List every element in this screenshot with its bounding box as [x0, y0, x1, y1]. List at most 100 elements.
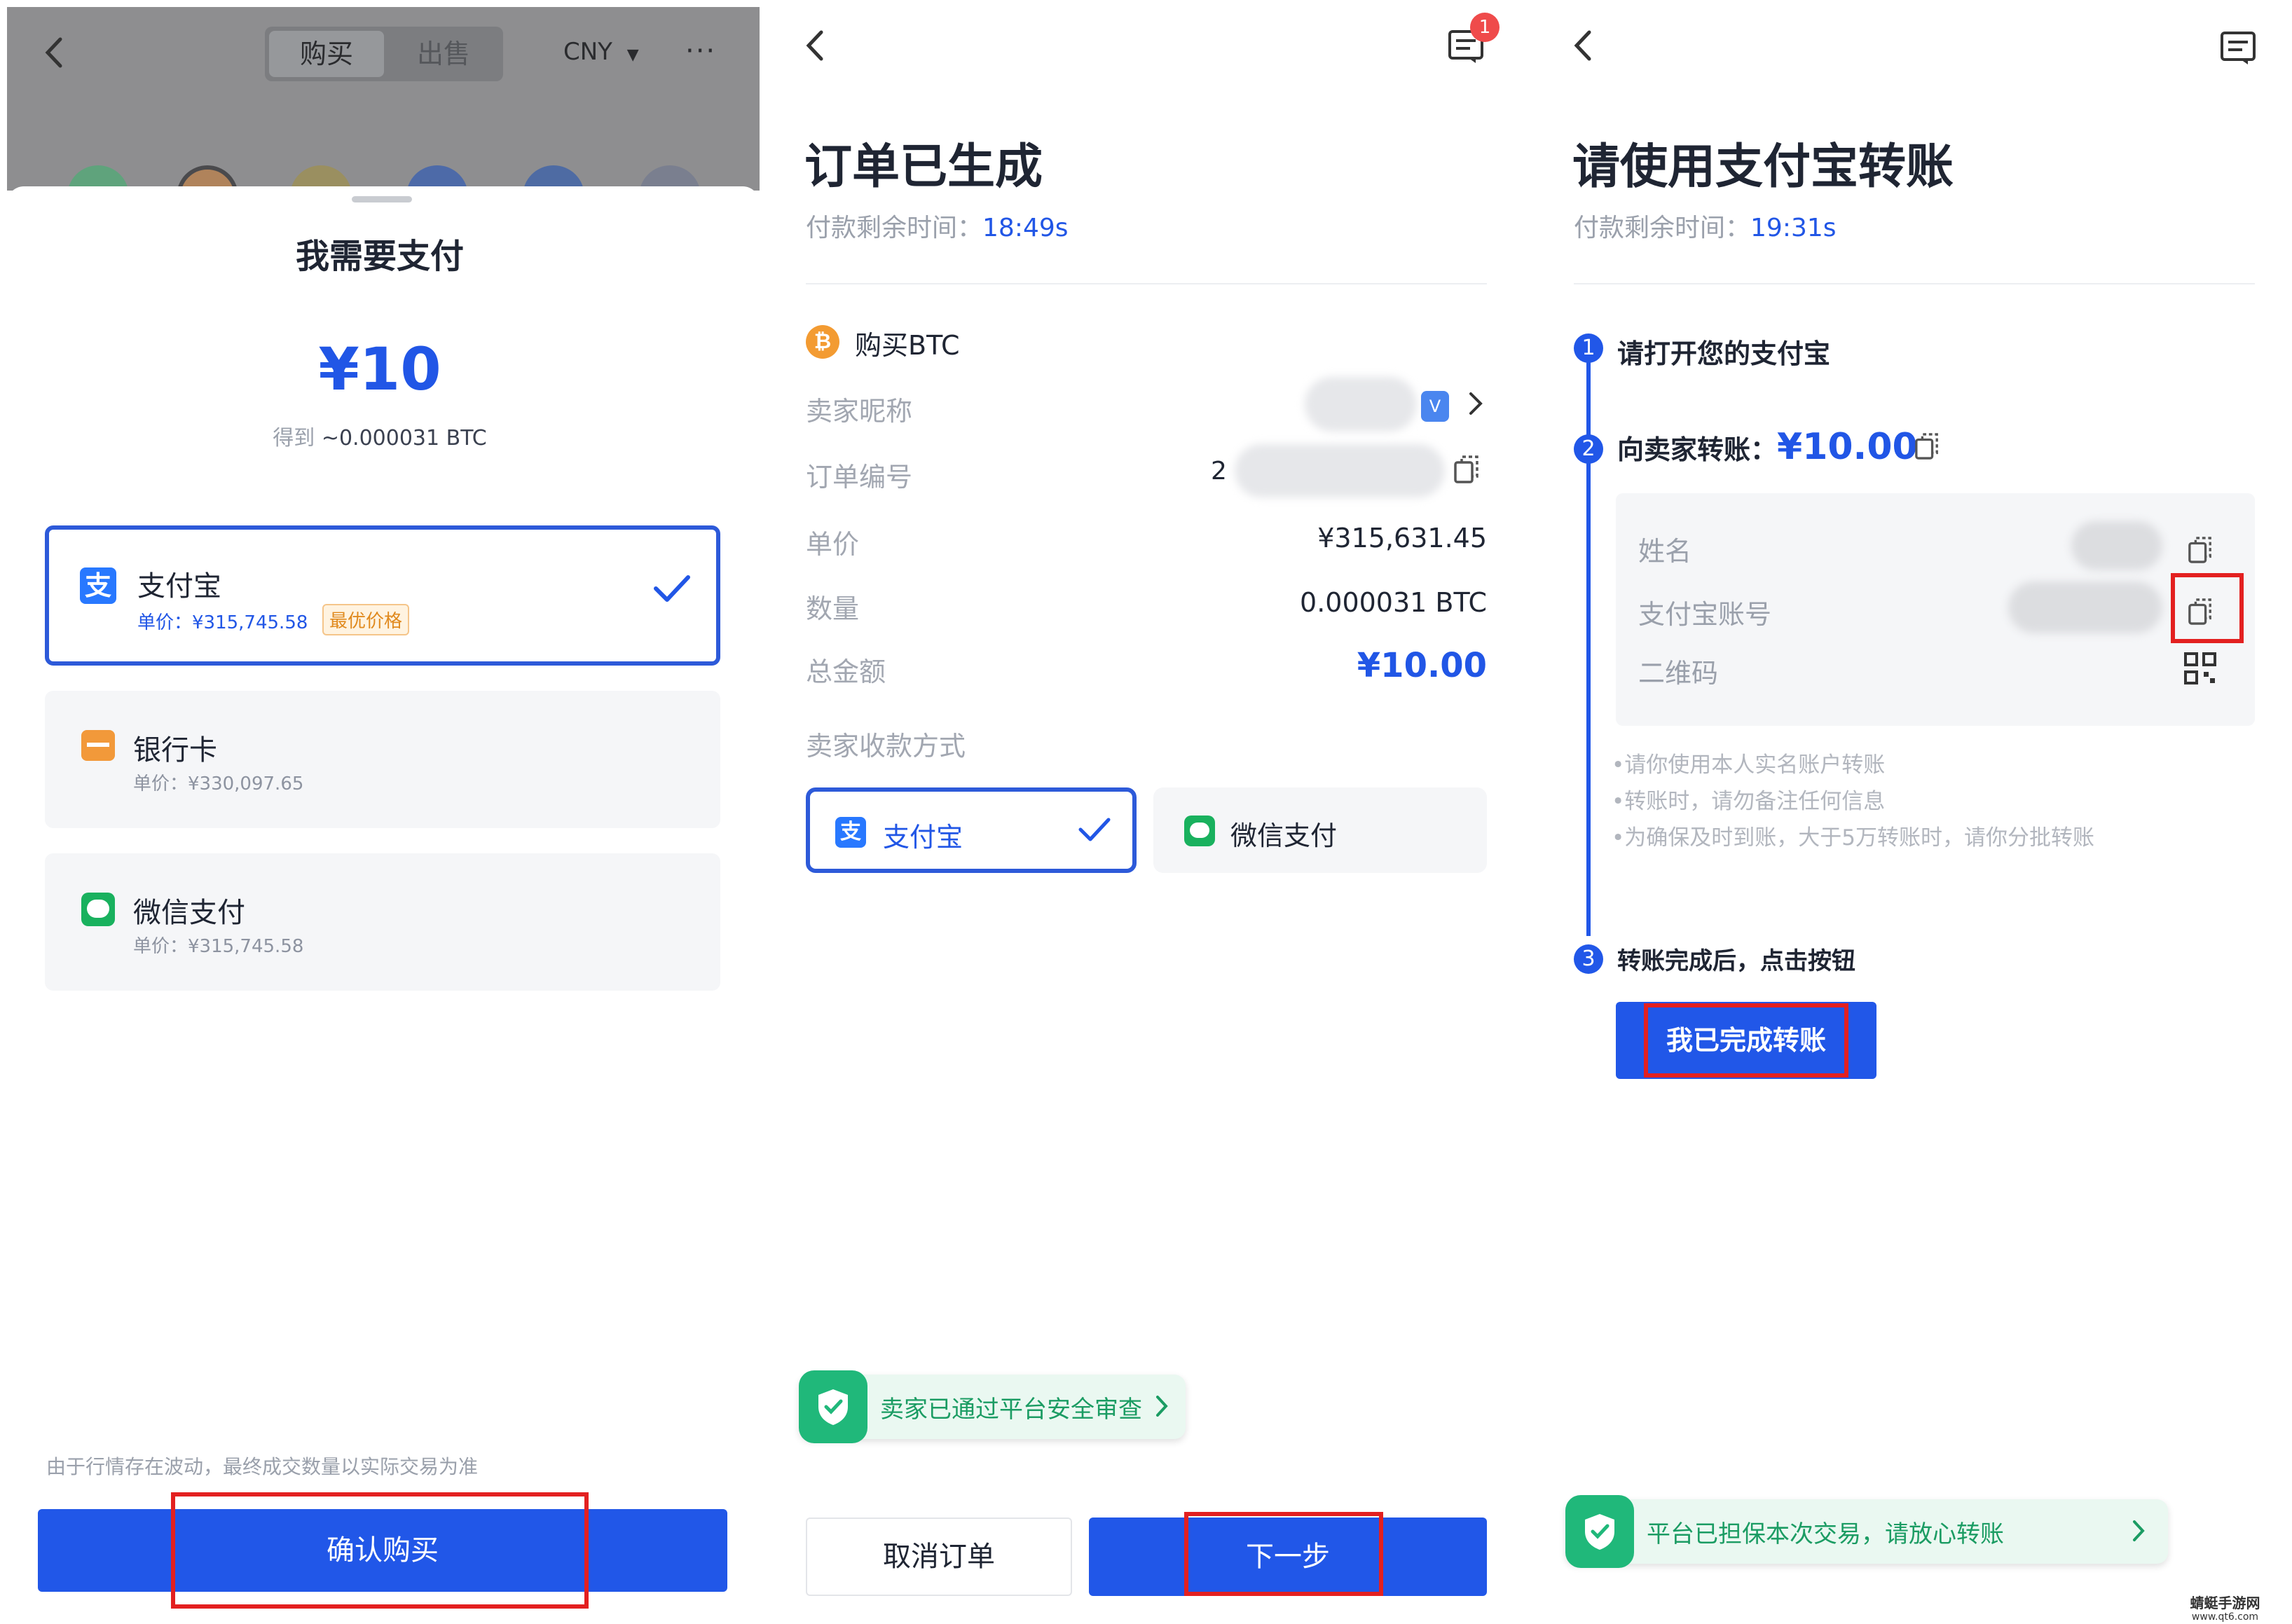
payment-method-label: 卖家收款方式	[806, 731, 966, 762]
seller-name-redacted	[1305, 377, 1417, 432]
wechat-pay-icon	[81, 893, 115, 926]
payment-countdown: 付款剩余时间：19:31s	[1574, 207, 1837, 244]
countdown-label: 付款剩余时间：	[1574, 214, 1751, 242]
best-price-badge: 最优价格	[322, 604, 410, 635]
check-icon	[1078, 816, 1111, 844]
buy-asset-label: 购买BTC	[855, 330, 960, 361]
screen-order-created: 1 订单已生成 付款剩余时间：18:49s ₿ 购买BTC 卖家昵称 V 订单编…	[767, 0, 1526, 1623]
payment-name: 银行卡	[133, 734, 217, 766]
step-number-1: 1	[1574, 333, 1603, 363]
account-redacted	[2008, 582, 2162, 633]
receive-value: ~0.000031 BTC	[321, 426, 487, 450]
page-title: 请使用支付宝转账	[1572, 139, 1954, 195]
alipay-icon: 支	[835, 817, 866, 848]
unit-price-label: 单价	[806, 529, 860, 560]
disclaimer-text: 由于行情存在波动，最终成交数量以实际交易为准	[46, 1455, 479, 1478]
shield-check-icon	[799, 1370, 867, 1443]
more-horizontal-icon[interactable]: ···	[685, 35, 716, 67]
highlight-box	[2171, 573, 2244, 643]
unit-price-value: ¥315,631.45	[1317, 523, 1487, 553]
note-item: •为确保及时到账，大于5万转账时，请你分批转账	[1612, 825, 2095, 851]
seller-label: 卖家昵称	[806, 396, 913, 427]
note-item: •请你使用本人实名账户转账	[1612, 752, 1886, 778]
step-number-2: 2	[1574, 434, 1603, 464]
payment-name: 微信支付	[133, 897, 245, 929]
note-item: •转账时，请勿备注任何信息	[1612, 789, 1886, 814]
chat-icon[interactable]	[2220, 31, 2258, 66]
unread-badge: 1	[1470, 13, 1500, 42]
payment-price: 单价：¥315,745.58	[137, 612, 308, 633]
payment-option-alipay[interactable]: 支 支付宝 单价：¥315,745.58 最优价格	[45, 525, 720, 666]
step-2-text: 向卖家转账：¥10.00	[1617, 426, 1918, 468]
method-name: 微信支付	[1230, 820, 1338, 851]
name-label: 姓名	[1638, 536, 1692, 567]
platform-guarantee-banner[interactable]: 平台已担保本次交易，请放心转账	[1565, 1495, 2168, 1568]
copy-icon[interactable]	[1914, 432, 1940, 461]
copy-icon[interactable]	[1453, 454, 1480, 485]
page-title: 订单已生成	[804, 139, 1043, 195]
currency-label: CNY	[563, 38, 612, 66]
copy-icon[interactable]	[2188, 535, 2213, 565]
step-2-label: 向卖家转账：	[1617, 434, 1778, 465]
currency-selector[interactable]: CNY ▼	[563, 38, 639, 66]
total-label: 总金额	[806, 656, 886, 687]
total-value: ¥10.00	[1357, 646, 1487, 685]
highlight-box	[1184, 1512, 1383, 1596]
seller-verified-banner[interactable]: 卖家已通过平台安全审查	[799, 1370, 1186, 1443]
check-icon	[653, 573, 691, 604]
screen-buy-amount: 购买 出售 CNY ▼ ··· 我需要支付 ¥10 得到 ~0.000031 B…	[0, 0, 760, 1623]
pay-amount: ¥10	[318, 335, 441, 404]
buy-sell-toggle[interactable]: 购买 出售	[265, 27, 503, 81]
divider	[806, 283, 1487, 284]
method-wechat[interactable]: 微信支付	[1153, 787, 1487, 873]
payment-countdown: 付款剩余时间：18:49s	[806, 207, 1069, 244]
back-icon[interactable]	[43, 35, 64, 70]
caret-down-icon: ▼	[626, 46, 639, 64]
tab-buy[interactable]: 购买	[269, 31, 384, 77]
divider	[1574, 283, 2255, 284]
back-icon[interactable]	[1572, 28, 1593, 63]
order-number-redacted	[1235, 444, 1445, 497]
shield-check-icon	[1565, 1495, 1634, 1568]
payee-info-card: 姓名 支付宝账号 二维码	[1616, 493, 2255, 726]
cancel-order-button[interactable]: 取消订单	[806, 1518, 1072, 1596]
watermark-line2: www.qt6.com	[2191, 1611, 2259, 1623]
bank-card-icon	[81, 730, 115, 761]
sheet-title: 我需要支付	[295, 237, 464, 276]
back-icon[interactable]	[804, 28, 825, 63]
method-name: 支付宝	[883, 822, 963, 853]
payment-option-wechat[interactable]: 微信支付 单价：¥315,745.58	[45, 853, 720, 991]
step-1-text: 请打开您的支付宝	[1617, 338, 1831, 369]
countdown-value: 18:49s	[982, 214, 1069, 242]
bitcoin-icon: ₿	[806, 325, 839, 359]
account-label: 支付宝账号	[1638, 599, 1772, 630]
payment-option-bank-card[interactable]: 银行卡 单价：¥330,097.65	[45, 691, 720, 828]
highlight-box	[1644, 1003, 1848, 1078]
countdown-value: 19:31s	[1750, 214, 1837, 242]
quantity-value: 0.000031 BTC	[1300, 587, 1487, 618]
method-alipay[interactable]: 支 支付宝	[806, 787, 1137, 873]
sheet-handle[interactable]	[352, 196, 412, 202]
order-number-label: 订单编号	[806, 462, 913, 493]
chevron-right-icon	[2132, 1519, 2146, 1543]
qr-label: 二维码	[1638, 658, 1719, 689]
platform-guarantee-text: 平台已担保本次交易，请放心转账	[1647, 1520, 2004, 1548]
watermark-line1: 蜻蜓手游网	[2190, 1595, 2260, 1611]
transfer-amount: ¥10.00	[1777, 426, 1918, 468]
highlight-box	[171, 1492, 589, 1609]
payment-price: 单价：¥315,745.58	[133, 936, 304, 957]
receive-estimate: 得到 ~0.000031 BTC	[0, 420, 760, 451]
seller-verified-text: 卖家已通过平台安全审查	[880, 1396, 1142, 1424]
payment-price: 单价：¥330,097.65	[133, 773, 304, 794]
payment-name: 支付宝	[137, 570, 221, 603]
screen-alipay-transfer: 请使用支付宝转账 付款剩余时间：19:31s 1 请打开您的支付宝 2 向卖家转…	[1535, 0, 2292, 1623]
order-number-prefix: 2	[1211, 457, 1227, 486]
chevron-right-icon[interactable]	[1467, 390, 1484, 418]
name-redacted	[2071, 521, 2162, 570]
site-watermark: 蜻蜓手游网 www.qt6.com	[2158, 1596, 2292, 1623]
qr-code-icon[interactable]	[2183, 652, 2217, 685]
tab-sell[interactable]: 出售	[388, 31, 499, 77]
wechat-pay-icon	[1184, 816, 1215, 846]
countdown-label: 付款剩余时间：	[806, 214, 983, 242]
receive-prefix: 得到	[273, 426, 322, 450]
